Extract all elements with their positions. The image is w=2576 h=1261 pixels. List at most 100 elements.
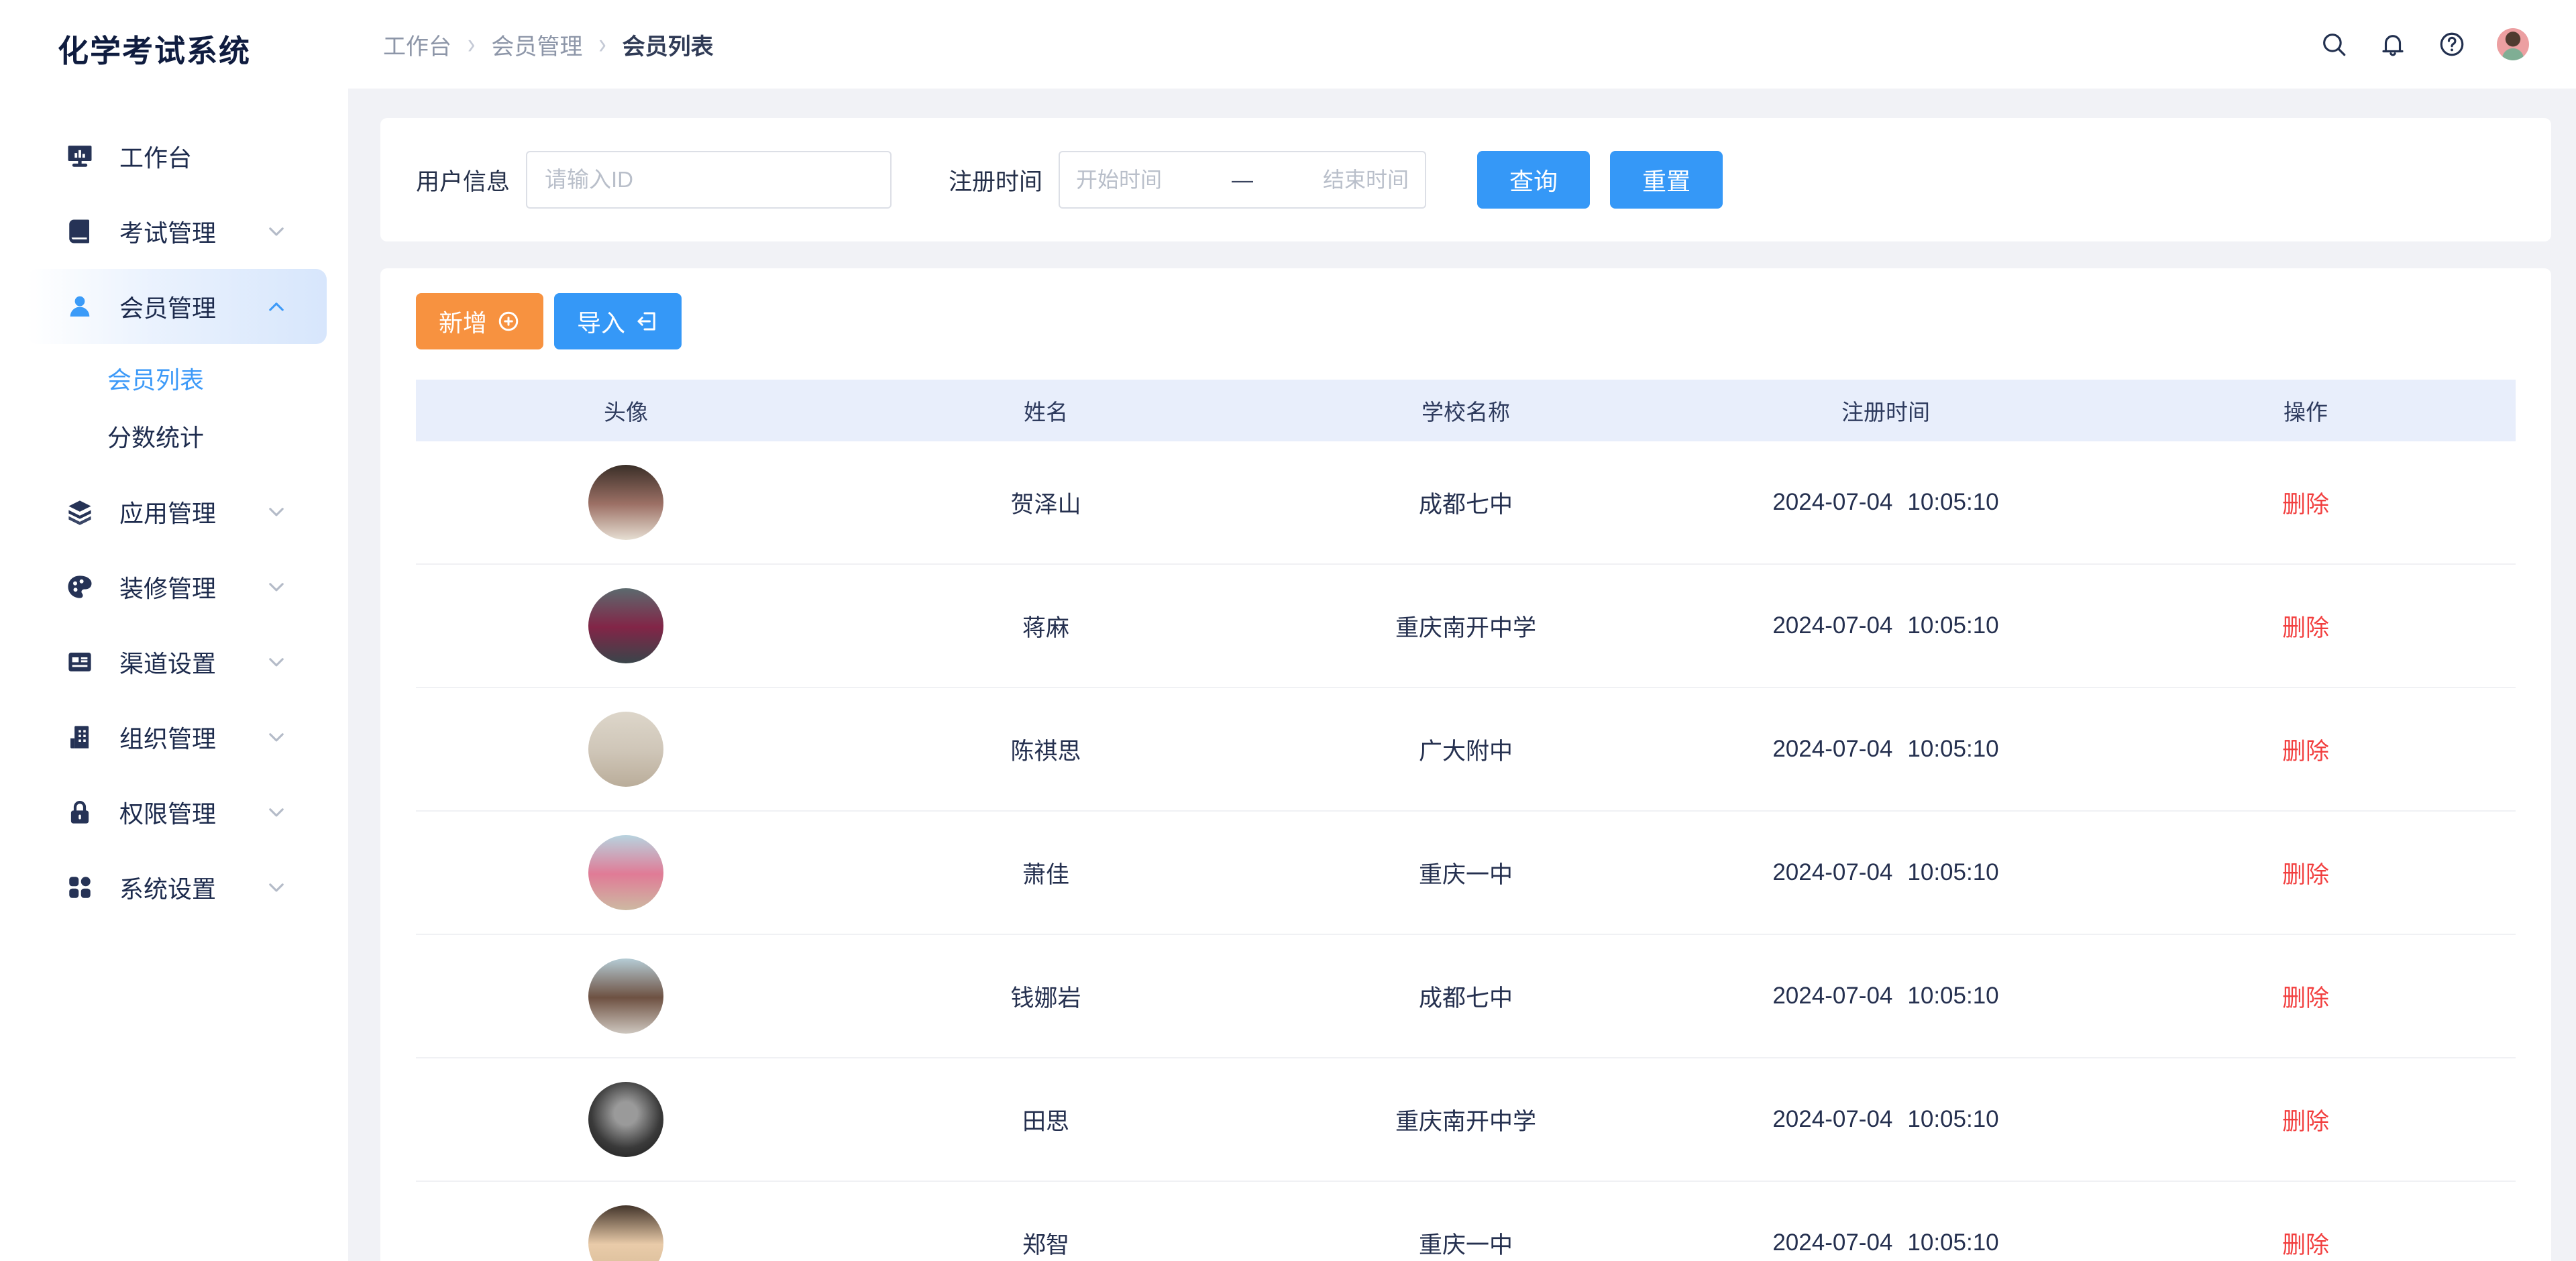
member-avatar bbox=[588, 465, 663, 540]
avatar-cell bbox=[416, 712, 836, 787]
sidebar-item-1[interactable]: 工作台 bbox=[0, 119, 348, 194]
delete-link[interactable]: 删除 bbox=[2282, 1226, 2329, 1260]
delete-link[interactable]: 删除 bbox=[2282, 979, 2329, 1013]
register-clock: 10:05:10 bbox=[1907, 612, 1998, 639]
sidebar-item-7[interactable]: 组织管理 bbox=[0, 700, 348, 775]
register-time-label: 注册时间 bbox=[949, 163, 1042, 197]
member-avatar bbox=[588, 712, 663, 787]
breadcrumb-item-2[interactable]: 会员管理 bbox=[491, 28, 582, 61]
end-time-input[interactable] bbox=[1263, 168, 1409, 193]
delete-link[interactable]: 删除 bbox=[2282, 856, 2329, 890]
add-button-label: 新增 bbox=[439, 304, 487, 339]
register-date: 2024-07-04 bbox=[1772, 489, 1892, 516]
sidebar-item-2[interactable]: 考试管理 bbox=[0, 194, 348, 269]
plus-circle-icon bbox=[496, 309, 521, 333]
start-time-input[interactable] bbox=[1076, 168, 1222, 193]
table-header-cell: 操作 bbox=[2096, 394, 2516, 427]
sidebar-item-9[interactable]: 系统设置 bbox=[0, 850, 348, 925]
bell-icon[interactable] bbox=[2379, 30, 2407, 58]
main-area: 工作台›会员管理›会员列表 用户信息 注册时间 — 查询 重置 新增 bbox=[348, 0, 2576, 1261]
chevron-up-icon bbox=[265, 295, 288, 318]
table-header-row: 头像姓名学校名称注册时间操作 bbox=[416, 380, 2516, 441]
search-icon[interactable] bbox=[2320, 30, 2348, 58]
table-row: 萧佳重庆一中2024-07-0410:05:10删除 bbox=[416, 812, 2516, 935]
breadcrumb-item-3: 会员列表 bbox=[623, 28, 714, 61]
import-button[interactable]: 导入 bbox=[554, 293, 682, 349]
register-date: 2024-07-04 bbox=[1772, 983, 1892, 1009]
filter-card: 用户信息 注册时间 — 查询 重置 bbox=[380, 118, 2551, 241]
sidebar-item-4[interactable]: 应用管理 bbox=[0, 474, 348, 549]
table-row: 郑智重庆一中2024-07-0410:05:10 删除 bbox=[416, 1182, 2516, 1261]
table-header-cell: 学校名称 bbox=[1256, 394, 1676, 427]
name-cell: 田思 bbox=[836, 1103, 1256, 1137]
sidebar-item-5[interactable]: 装修管理 bbox=[0, 549, 348, 624]
register-time-cell: 2024-07-0410:05:10 bbox=[1676, 489, 2096, 516]
table-body: 贺泽山成都七中2024-07-0410:05:10删除蒋麻重庆南开中学2024-… bbox=[416, 441, 2516, 1261]
avatar-cell bbox=[416, 465, 836, 540]
school-cell: 广大附中 bbox=[1256, 732, 1676, 767]
chevron-down-icon bbox=[265, 726, 288, 749]
help-icon[interactable] bbox=[2438, 30, 2466, 58]
sidebar-item-label: 系统设置 bbox=[119, 870, 216, 905]
date-range-input[interactable]: — bbox=[1059, 151, 1426, 209]
delete-link[interactable]: 删除 bbox=[2282, 609, 2329, 643]
name-cell: 郑智 bbox=[836, 1226, 1256, 1260]
member-avatar bbox=[588, 1205, 663, 1261]
table-header-cell: 头像 bbox=[416, 394, 836, 427]
import-icon bbox=[635, 309, 659, 333]
user-icon bbox=[66, 292, 94, 321]
breadcrumb: 工作台›会员管理›会员列表 bbox=[383, 28, 714, 61]
delete-link[interactable]: 删除 bbox=[2282, 486, 2329, 520]
add-button[interactable]: 新增 bbox=[416, 293, 543, 349]
member-avatar bbox=[588, 588, 663, 663]
topbar: 工作台›会员管理›会员列表 bbox=[348, 0, 2576, 89]
school-cell: 成都七中 bbox=[1256, 486, 1676, 520]
table-row: 钱娜岩成都七中2024-07-0410:05:10删除 bbox=[416, 935, 2516, 1058]
school-cell: 重庆南开中学 bbox=[1256, 609, 1676, 643]
register-date: 2024-07-04 bbox=[1772, 859, 1892, 886]
lock-icon bbox=[66, 798, 94, 826]
sidebar-item-label: 应用管理 bbox=[119, 494, 216, 529]
reset-button[interactable]: 重置 bbox=[1610, 151, 1723, 209]
query-button[interactable]: 查询 bbox=[1477, 151, 1590, 209]
name-cell: 萧佳 bbox=[836, 856, 1256, 890]
table-row: 贺泽山成都七中2024-07-0410:05:10删除 bbox=[416, 441, 2516, 565]
name-cell: 钱娜岩 bbox=[836, 979, 1256, 1013]
register-clock: 10:05:10 bbox=[1907, 736, 1998, 763]
member-table: 头像姓名学校名称注册时间操作 贺泽山成都七中2024-07-0410:05:10… bbox=[416, 380, 2516, 1261]
actions-cell: 删除 bbox=[2096, 856, 2516, 890]
book-icon bbox=[66, 217, 94, 245]
sidebar-subitem-1[interactable]: 会员列表 bbox=[0, 349, 348, 407]
delete-link[interactable]: 删除 bbox=[2282, 1103, 2329, 1137]
layers-icon bbox=[66, 498, 94, 526]
register-time-cell: 2024-07-0410:05:10 bbox=[1676, 983, 2096, 1009]
sidebar-item-label: 考试管理 bbox=[119, 214, 216, 249]
delete-link[interactable]: 删除 bbox=[2282, 732, 2329, 767]
building-icon bbox=[66, 723, 94, 751]
avatar-cell bbox=[416, 1205, 836, 1261]
register-date: 2024-07-04 bbox=[1772, 1106, 1892, 1133]
sidebar-submenu: 会员列表分数统计 bbox=[0, 344, 348, 474]
sidebar-item-3[interactable]: 会员管理 bbox=[27, 269, 327, 344]
breadcrumb-item-1[interactable]: 工作台 bbox=[383, 28, 451, 61]
sidebar-item-label: 渠道设置 bbox=[119, 645, 216, 679]
channel-icon bbox=[66, 648, 94, 676]
register-clock: 10:05:10 bbox=[1907, 1106, 1998, 1133]
table-row: 陈祺思广大附中2024-07-0410:05:10删除 bbox=[416, 688, 2516, 812]
user-avatar[interactable] bbox=[2497, 28, 2529, 60]
sidebar-item-8[interactable]: 权限管理 bbox=[0, 775, 348, 850]
sidebar-item-label: 组织管理 bbox=[119, 720, 216, 755]
range-separator: — bbox=[1222, 168, 1263, 193]
table-row: 蒋麻重庆南开中学2024-07-0410:05:10删除 bbox=[416, 565, 2516, 688]
chevron-down-icon bbox=[265, 651, 288, 673]
sidebar-menu: 工作台考试管理会员管理会员列表分数统计应用管理装修管理渠道设置组织管理权限管理系… bbox=[0, 119, 348, 925]
school-cell: 重庆一中 bbox=[1256, 1226, 1676, 1260]
sidebar-subitem-2[interactable]: 分数统计 bbox=[0, 407, 348, 465]
sidebar-item-label: 工作台 bbox=[119, 139, 192, 174]
chevron-down-icon bbox=[265, 801, 288, 824]
sidebar-item-6[interactable]: 渠道设置 bbox=[0, 624, 348, 700]
school-cell: 重庆一中 bbox=[1256, 856, 1676, 890]
register-date: 2024-07-04 bbox=[1772, 1229, 1892, 1256]
register-time-cell: 2024-07-0410:05:10 bbox=[1676, 1229, 2096, 1256]
user-id-input[interactable] bbox=[526, 151, 892, 209]
